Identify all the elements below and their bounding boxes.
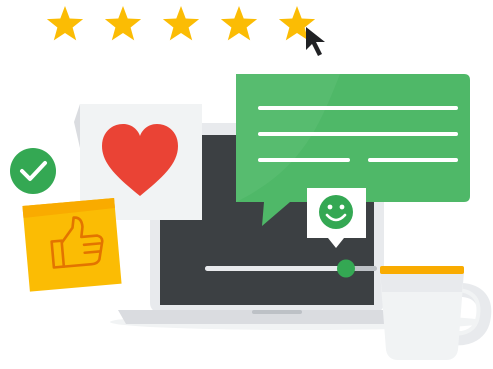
progress-knob[interactable] bbox=[337, 259, 355, 278]
mouse-pointer-icon bbox=[306, 27, 325, 56]
chat-line-3a bbox=[258, 158, 350, 162]
chat-line-1 bbox=[258, 106, 458, 110]
smiley-icon bbox=[319, 195, 353, 229]
sticky-note bbox=[22, 197, 122, 292]
chat-line-2 bbox=[258, 132, 458, 136]
illustration bbox=[10, 6, 492, 360]
star-icon[interactable] bbox=[104, 6, 142, 41]
star-icon[interactable] bbox=[220, 6, 258, 41]
star-icon[interactable] bbox=[46, 6, 84, 41]
mug-rim bbox=[380, 266, 464, 274]
check-circle-icon bbox=[10, 148, 56, 194]
progress-fill bbox=[205, 266, 346, 271]
star-rating[interactable] bbox=[46, 6, 316, 41]
coffee-mug-icon bbox=[380, 266, 492, 360]
chat-line-3b bbox=[368, 158, 458, 162]
star-icon[interactable] bbox=[162, 6, 200, 41]
